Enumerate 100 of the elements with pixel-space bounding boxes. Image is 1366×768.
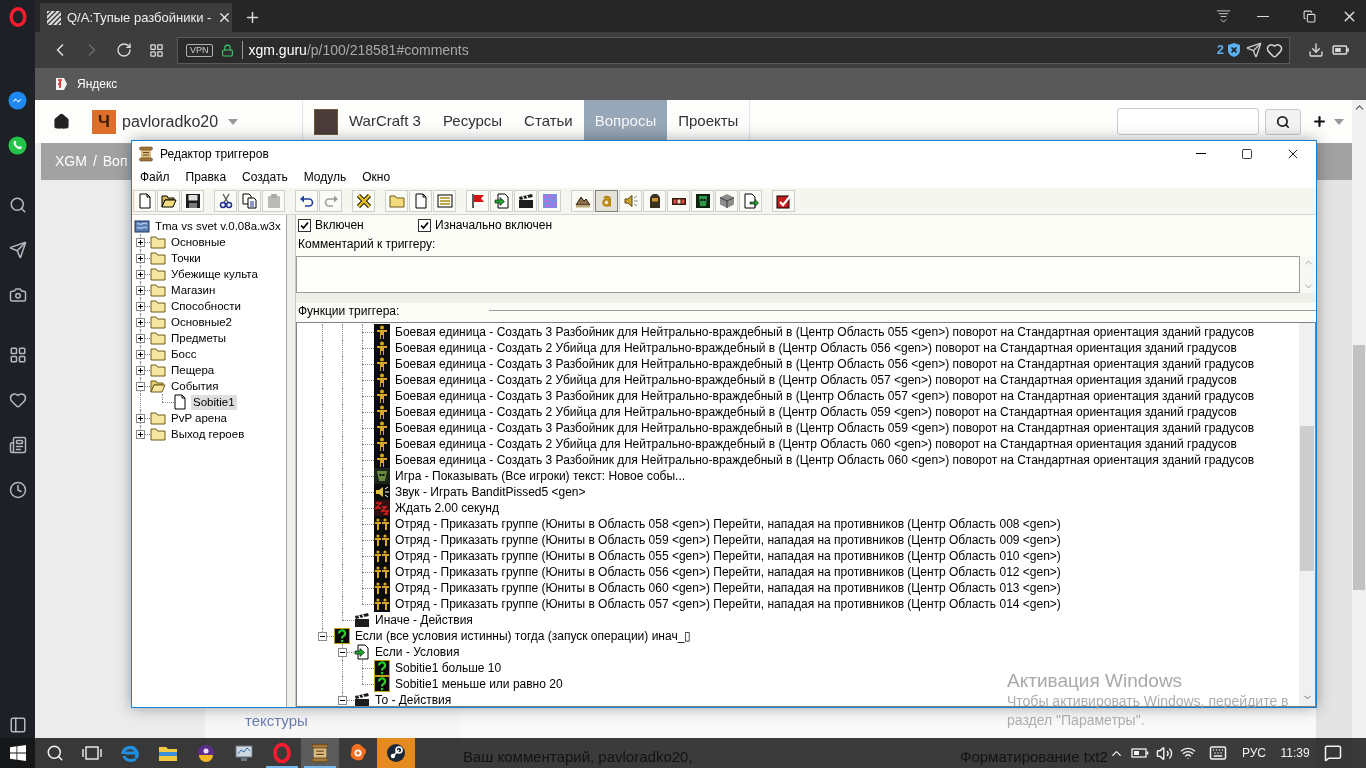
sound-editor-button[interactable] [619,190,642,212]
function-item[interactable]: Отряд - Приказать группе (Юниты в Область 058 <gen>) Перейти, нападая на противников (Центр Область 008 <gen>) [395,516,1061,532]
new-event-button[interactable] [466,190,489,212]
function-item[interactable]: Боевая единица - Создать 3 Разбойник для Нейтрально-враждебный в (Центр Область 057 <gen>) поворот на Стандартная ориентация зданий градусов [395,388,1255,404]
send-icon[interactable] [1246,42,1262,58]
function-item[interactable]: Отряд - Приказать группе (Юниты в Область 056 <gen>) Перейти, нападая на противников (Центр Область 012 <gen>) [395,564,1061,580]
minus-box-icon[interactable] [338,695,347,705]
tree-item[interactable]: Магазин [169,282,218,298]
campaign-editor-button[interactable] [667,190,690,212]
tree-item[interactable]: Босс [169,346,199,362]
function-item[interactable]: Иначе - Действия [375,612,473,628]
tree-item[interactable]: PvP арена [169,410,229,426]
language-indicator[interactable]: РУС [1236,744,1272,762]
scrollbar-thumb[interactable] [1300,426,1314,571]
nav-link[interactable]: WarCraft 3 [303,100,432,143]
clock-icon[interactable] [8,481,27,499]
chat-bubble-icon[interactable] [8,91,27,110]
new-trigger-button[interactable] [409,190,432,212]
save-button[interactable] [181,190,204,212]
keyboard-icon[interactable] [1207,744,1229,762]
terrain-editor-button[interactable] [571,190,594,212]
variables-button[interactable] [352,190,375,212]
bookmark-link[interactable]: Яндекс [54,75,118,93]
function-item[interactable]: Боевая единица - Создать 2 Убийца для Нейтрально-враждебный в (Центр Область 057 <gen>) поворот на Стандартная ориентация зданий градусов [395,372,1237,388]
vpn-badge[interactable]: VPN [186,43,213,57]
nav-link[interactable]: Проекты [667,100,750,143]
test-map-button[interactable] [772,190,795,212]
panel-icon[interactable] [8,716,27,734]
checkbox[interactable] [418,218,431,232]
heart-icon[interactable] [1266,41,1283,59]
camera-icon[interactable] [8,286,27,304]
clock-time[interactable]: 11:39 [1272,744,1318,762]
search-field[interactable] [1117,108,1259,135]
cut-button[interactable] [214,190,237,212]
plus-box-icon[interactable] [136,349,145,359]
shield-icon[interactable] [1226,42,1242,58]
function-item[interactable]: Sobitie1 меньше или равно 20 [395,676,563,692]
ai-editor-button[interactable] [691,190,714,212]
add-menu-button[interactable] [1312,114,1344,129]
function-item[interactable]: Отряд - Приказать группе (Юниты в Область 059 <gen>) Перейти, нападая на противников (Центр Область 009 <gen>) [395,532,1061,548]
function-item[interactable]: Боевая единица - Создать 3 Разбойник для Нейтрально-враждебный в (Центр Область 060 <gen>) поворот на Стандартная ориентация зданий градусов [395,452,1255,468]
function-item[interactable]: Sobitie1 больше 10 [395,660,502,676]
open-button[interactable] [157,190,180,212]
tree-item[interactable]: События [169,378,221,394]
function-item[interactable]: Отряд - Приказать группе (Юниты в Область 060 <gen>) Перейти, нападая на противников (Центр Область 013 <gen>) [395,580,1061,596]
tree-item[interactable]: Способности [169,298,243,314]
taskbar-app[interactable] [377,738,415,768]
function-item[interactable]: Боевая единица - Создать 3 Разбойник для Нейтрально-враждебный в (Центр Область 055 <gen>) поворот на Стандартная ориентация зданий градусов [395,324,1255,340]
comment-field[interactable] [296,256,1300,293]
copy-button[interactable] [238,190,261,212]
grid-icon[interactable] [8,346,27,364]
minus-box-icon[interactable] [318,631,327,641]
function-item[interactable]: Звук - Играть BanditPissed5 <gen> [395,484,586,500]
menu-item[interactable]: Окно [354,168,399,186]
new-button[interactable] [133,190,156,212]
plus-box-icon[interactable] [136,285,145,295]
function-item[interactable]: Отряд - Приказать группе (Юниты в Область 057 <gen>) Перейти, нападая на противников (Центр Область 014 <gen>) [395,596,1061,612]
plus-box-icon[interactable] [136,301,145,311]
plus-box-icon[interactable] [136,413,145,423]
volume-icon[interactable] [1155,744,1173,762]
menu-item[interactable]: Файл [132,168,178,186]
news-icon[interactable] [8,436,27,454]
function-item[interactable]: Боевая единица - Создать 2 Убийца для Нейтрально-враждебный в (Центр Область 056 <gen>) поворот на Стандартная ориентация зданий градусов [395,340,1237,356]
new-comment-button[interactable] [433,190,456,212]
function-item[interactable]: Боевая единица - Создать 3 Разбойник для Нейтрально-враждебный в (Центр Область 059 <gen>) поворот на Стандартная ориентация зданий градусов [395,420,1255,436]
browser-tab[interactable]: Q/A:Тупые разбойники - [40,3,232,32]
minus-box-icon[interactable] [136,381,145,391]
username-link[interactable]: pavloradko20 [122,109,219,134]
plus-box-icon[interactable] [136,253,145,263]
checkbox[interactable] [298,218,311,232]
search-button[interactable] [1265,108,1301,135]
function-item[interactable]: Игра - Показывать (Все игроки) текст: Новое собы... [395,468,686,484]
tree-item[interactable]: Предметы [169,330,228,346]
object-editor-button[interactable] [643,190,666,212]
plus-box-icon[interactable] [136,365,145,375]
nav-link[interactable]: Ресурсы [431,100,514,143]
plus-box-icon[interactable] [136,429,145,439]
import-manager-button[interactable] [739,190,762,212]
tree-item[interactable]: Убежище культа [169,266,260,282]
function-item[interactable]: Боевая единица - Создать 3 Разбойник для Нейтрально-враждебный в (Центр Область 056 <gen>) поворот на Стандартная ориентация зданий градусов [395,356,1255,372]
tree-item[interactable]: Выход героев [169,426,247,442]
plus-box-icon[interactable] [136,269,145,279]
avatar[interactable]: Ч [92,109,116,134]
list-scrollbar[interactable] [1299,323,1315,706]
address-field[interactable]: VPN xgm.guru/p/100/218581#comments 2 [177,36,1290,64]
new-condition-button[interactable] [490,190,513,212]
tree-item[interactable]: Пещера [169,362,217,378]
wifi-icon[interactable] [1180,745,1196,761]
tree-item[interactable]: Tma vs svet v.0.08a.w3x [153,218,283,234]
function-item[interactable]: Боевая единица - Создать 2 Убийца для Нейтрально-враждебный в (Центр Область 059 <gen>) поворот на Стандартная ориентация зданий градусов [395,404,1237,420]
ring-logo-icon[interactable] [7,7,28,27]
url-text[interactable]: xgm.guru/p/100/218581#comments [248,39,469,61]
menu-item[interactable]: Правка [177,168,235,186]
plus-box-icon[interactable] [136,317,145,327]
nav-link[interactable]: Статьи [513,100,584,143]
heart-icon[interactable] [8,391,27,409]
function-item[interactable]: Отряд - Приказать группе (Юниты в Область 055 <gen>) Перейти, нападая на противников (Центр Область 010 <gen>) [395,548,1061,564]
notification-icon[interactable] [1324,744,1342,762]
battery-icon[interactable] [1131,746,1149,760]
tree-item[interactable]: Основные2 [169,314,234,330]
